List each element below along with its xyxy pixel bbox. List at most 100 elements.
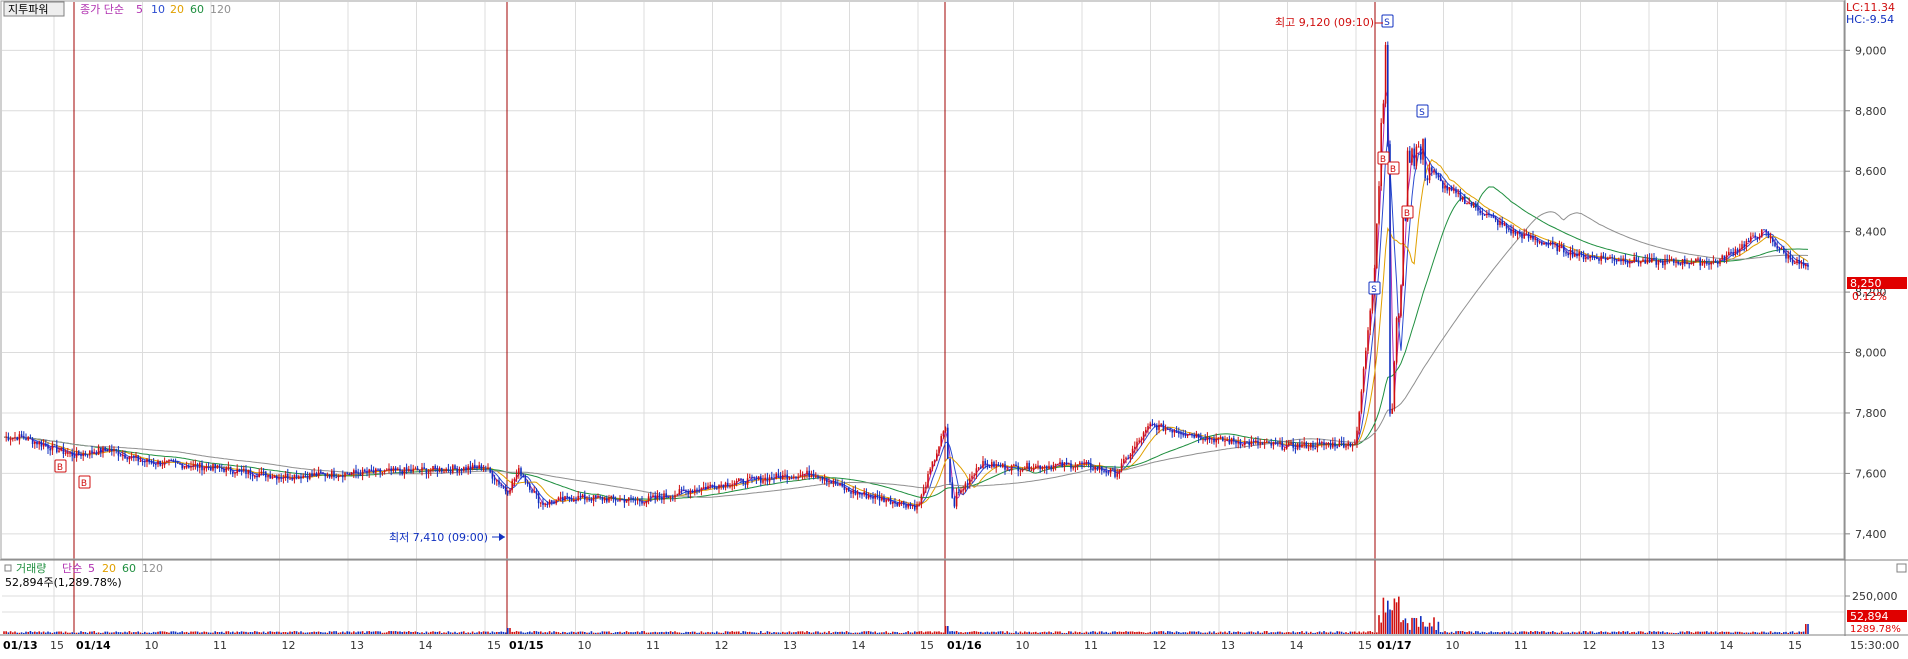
candle-body — [1004, 463, 1006, 470]
candle-body — [1026, 463, 1028, 469]
volume-bar — [1464, 631, 1466, 634]
volume-bar — [243, 631, 245, 634]
candle-body — [425, 468, 428, 474]
volume-bar — [493, 632, 496, 634]
indicator-name: 지투파워 — [8, 3, 48, 16]
candle-body — [654, 495, 656, 499]
volume-bar — [995, 632, 997, 634]
ma-label: 종가 단순 — [80, 3, 124, 16]
candle-body — [1668, 260, 1671, 262]
volume-bar — [1296, 632, 1299, 634]
volume-bar — [713, 632, 716, 634]
volume-bar — [236, 631, 238, 634]
volume-bar — [1367, 631, 1369, 634]
volume-bar — [1587, 632, 1589, 634]
volume-bar — [720, 632, 722, 634]
candle-body — [1112, 468, 1114, 470]
volume-bar — [1310, 631, 1312, 634]
candle-body — [1587, 257, 1589, 259]
volume-bar — [295, 631, 298, 634]
volume-bar — [399, 631, 401, 634]
candle-body — [1541, 241, 1543, 245]
candle-body — [1094, 466, 1096, 470]
volume-bar — [515, 631, 518, 634]
volume-bar — [166, 632, 168, 634]
candle-body — [1796, 259, 1798, 264]
volume-bar — [856, 632, 859, 634]
candle-body — [1431, 167, 1433, 172]
candle-body — [1171, 430, 1173, 433]
volume-bar — [1406, 623, 1409, 634]
candle-body — [416, 468, 419, 471]
volume-bar — [390, 631, 392, 634]
volume-bar — [1695, 631, 1697, 634]
candle-body — [119, 455, 122, 457]
volume-bar — [1094, 631, 1096, 634]
volume-bar — [1514, 631, 1517, 634]
volume-bar — [78, 632, 80, 634]
ma-period-60: 60 — [190, 3, 204, 16]
volume-bar — [1745, 632, 1748, 634]
volume-bar — [584, 632, 586, 634]
candle-body — [1655, 258, 1657, 265]
candle-body — [1637, 261, 1640, 264]
volume-panel-button[interactable] — [1896, 563, 1907, 573]
volume-bar — [159, 631, 161, 634]
volume-bar — [1736, 631, 1739, 634]
volume-bar — [104, 631, 106, 634]
volume-bar — [944, 626, 947, 634]
candle-body — [898, 502, 901, 506]
volume-bar — [500, 631, 502, 634]
volume-bar — [5, 631, 7, 634]
candle-body — [234, 473, 236, 475]
candle-body — [1459, 192, 1462, 200]
volume-bar — [179, 632, 181, 634]
candle-body — [716, 488, 718, 490]
candle-body — [258, 473, 260, 478]
volume-bar — [1426, 626, 1429, 634]
volume-bar — [436, 631, 439, 634]
candle-body — [1241, 445, 1244, 447]
candle-body — [1600, 255, 1602, 261]
candle-body — [1332, 442, 1334, 448]
volume-bar — [694, 631, 696, 634]
volume-bar — [832, 632, 835, 634]
candle-body — [381, 471, 384, 473]
volume-bar — [45, 632, 47, 634]
volume-bar — [562, 631, 564, 634]
volume-bar — [1226, 632, 1228, 634]
volume-bar — [916, 631, 918, 634]
candle-body — [944, 427, 947, 432]
candle-body — [614, 498, 617, 501]
volume-bar — [1477, 631, 1479, 634]
candle-body — [1050, 465, 1052, 470]
volume-bar — [667, 632, 670, 634]
volume-bar — [1578, 631, 1580, 634]
volume-bar — [1743, 632, 1745, 634]
volume-bar — [639, 632, 641, 634]
candle-body — [1409, 150, 1411, 163]
candle-body — [559, 496, 562, 498]
candle-body — [364, 469, 366, 472]
candle-body — [218, 465, 221, 468]
volume-bar — [830, 632, 832, 634]
candle-body — [874, 495, 876, 499]
volume-bar — [1151, 632, 1154, 634]
candle-body — [18, 434, 21, 441]
price-tick-label: 8,000 — [1855, 347, 1887, 360]
volume-bar — [3, 631, 5, 634]
candle-body — [1189, 433, 1191, 435]
candle-body — [75, 451, 78, 458]
volume-bar — [67, 632, 69, 634]
volume-bar — [7, 632, 10, 634]
volume-bar — [1052, 632, 1055, 634]
candle-body — [227, 466, 230, 468]
candle-body — [265, 471, 267, 478]
volume-bar — [680, 632, 683, 634]
volume-bar — [1787, 632, 1789, 634]
candle-body — [1670, 258, 1673, 261]
volume-bar — [216, 632, 219, 634]
candle-body — [632, 498, 634, 500]
candle-body — [339, 475, 342, 477]
candle-body — [1725, 254, 1728, 261]
